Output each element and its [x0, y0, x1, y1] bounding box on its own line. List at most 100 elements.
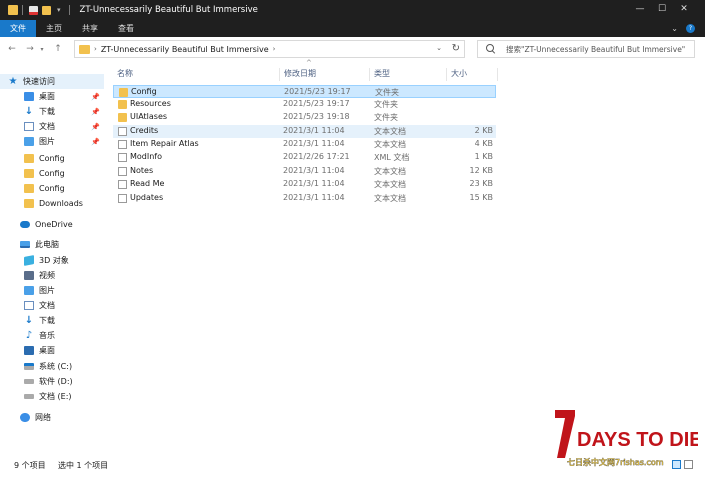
navigation-bar: ← → ▾ ↑ › ZT-Unnecessarily Beautiful But… [0, 37, 705, 61]
3d-objects-icon [24, 255, 34, 266]
chevron-down-icon[interactable]: ⌄ [436, 44, 442, 52]
column-header-size[interactable]: 大小 [447, 68, 498, 81]
pictures-icon [24, 137, 34, 146]
sidebar-item-pc-documents[interactable]: 文档 [0, 298, 104, 313]
forward-icon[interactable]: → [24, 44, 36, 54]
selection-count: 选中 1 个项目 [58, 461, 109, 470]
sidebar-item-drive-d[interactable]: 软件 (D:) [0, 374, 104, 389]
chevron-right-icon[interactable]: › [94, 45, 97, 53]
sidebar-item-config-3[interactable]: Config [0, 181, 104, 196]
sidebar-item-this-pc[interactable]: 此电脑 [0, 237, 104, 252]
column-header-modified[interactable]: 修改日期 [280, 68, 370, 81]
close-button[interactable]: ✕ [673, 4, 695, 14]
drive-icon [24, 394, 34, 399]
sidebar-item-music[interactable]: ♪ 音乐 [0, 328, 104, 343]
text-document-icon [118, 194, 127, 203]
sidebar-item-documents[interactable]: 文档 📌 [0, 119, 104, 134]
sidebar-item-pc-pictures[interactable]: 图片 [0, 283, 104, 298]
sidebar-item-desktop[interactable]: 桌面 📌 [0, 89, 104, 104]
sidebar-item-pc-downloads[interactable]: ↓ 下载 [0, 313, 104, 328]
window-controls: — ☐ ✕ [629, 4, 695, 14]
logo-site-text: 七日杀中文网7rishas.com [567, 457, 664, 467]
network-icon [20, 413, 30, 422]
table-row[interactable]: ModInfo 2021/2/26 17:21 XML 文档 1 KB [113, 151, 496, 164]
table-row[interactable]: Credits 2021/3/1 11:04 文本文档 2 KB [113, 125, 496, 138]
folder-icon [24, 154, 34, 163]
column-header-name[interactable]: 名称 [113, 68, 280, 81]
customize-toolbar-icon[interactable]: ▾ [57, 6, 61, 14]
folder-icon [24, 184, 34, 193]
pin-icon: 📌 [91, 122, 100, 131]
table-row[interactable]: Notes 2021/3/1 11:04 文本文档 12 KB [113, 165, 496, 178]
tab-file[interactable]: 文件 [0, 20, 36, 37]
sidebar-item-pc-desktop[interactable]: 桌面 [0, 343, 104, 358]
pictures-icon [24, 286, 34, 295]
sidebar-item-downloads-folder[interactable]: Downloads [0, 196, 104, 211]
recent-locations-icon[interactable]: ▾ [38, 46, 46, 53]
back-icon[interactable]: ← [6, 44, 18, 54]
star-icon: ★ [8, 76, 18, 87]
column-headers: ^ 名称 修改日期 类型 大小 [113, 59, 498, 82]
new-folder-icon[interactable] [42, 5, 51, 15]
item-count: 9 个项目 [14, 461, 46, 470]
document-icon [24, 301, 34, 310]
desktop-icon [24, 92, 34, 101]
navigation-pane: ★ 快速访问 桌面 📌 ↓ 下载 📌 文档 📌 图片 📌 Config Conf… [0, 72, 110, 457]
sidebar-item-downloads[interactable]: ↓ 下载 📌 [0, 104, 104, 119]
table-row[interactable]: UIAtlases 2021/5/23 19:18 文件夹 [113, 111, 496, 124]
table-row[interactable]: Resources 2021/5/23 19:17 文件夹 [113, 98, 496, 111]
cloud-icon [20, 221, 30, 228]
sidebar-item-pictures[interactable]: 图片 📌 [0, 134, 104, 149]
document-icon [24, 122, 34, 131]
folder-icon [24, 199, 34, 208]
text-document-icon [118, 127, 127, 136]
watermark-logo: DAYS TO DIE 七日杀中文网7rishas.com [555, 410, 698, 467]
help-icon[interactable]: ? [686, 24, 695, 33]
sidebar-item-drive-c[interactable]: 系统 (C:) [0, 359, 104, 374]
text-document-icon [118, 167, 127, 176]
folder-icon [79, 44, 90, 54]
video-icon [24, 271, 34, 280]
computer-icon [20, 241, 30, 248]
ribbon: 文件 主页 共享 查看 ⌄ ? [0, 20, 705, 37]
search-icon [486, 44, 496, 54]
tab-home[interactable]: 主页 [36, 20, 72, 37]
folder-icon [119, 88, 128, 97]
sidebar-item-config-2[interactable]: Config [0, 166, 104, 181]
table-row[interactable]: Updates 2021/3/1 11:04 文本文档 15 KB [113, 192, 496, 205]
up-icon[interactable]: ↑ [52, 44, 64, 54]
refresh-icon[interactable]: ↻ [452, 43, 460, 54]
maximize-button[interactable]: ☐ [651, 4, 673, 14]
minimize-button[interactable]: — [629, 4, 651, 14]
xml-document-icon [118, 153, 127, 162]
pin-icon: 📌 [91, 137, 100, 146]
column-header-type[interactable]: 类型 [370, 68, 447, 81]
text-document-icon [118, 180, 127, 189]
sidebar-item-quick-access[interactable]: ★ 快速访问 [0, 74, 104, 89]
table-row[interactable]: Read Me 2021/3/1 11:04 文本文档 23 KB [113, 178, 496, 191]
sidebar-item-network[interactable]: 网络 [0, 410, 104, 425]
breadcrumb[interactable]: ZT-Unnecessarily Beautiful But Immersive [101, 45, 269, 54]
drive-icon [24, 379, 34, 384]
sidebar-item-3d-objects[interactable]: 3D 对象 [0, 253, 104, 268]
sidebar-item-config-1[interactable]: Config [0, 151, 104, 166]
chevron-right-icon[interactable]: › [273, 45, 276, 53]
properties-icon[interactable] [29, 5, 38, 15]
window-title: ZT-Unnecessarily Beautiful But Immersive [79, 5, 258, 15]
title-bar: ▾ ZT-Unnecessarily Beautiful But Immersi… [0, 0, 705, 20]
search-input[interactable]: 搜索"ZT-Unnecessarily Beautiful But Immers… [477, 40, 695, 58]
sidebar-item-drive-e[interactable]: 文档 (E:) [0, 389, 104, 404]
folder-icon [118, 113, 127, 122]
expand-ribbon-icon[interactable]: ⌄ [671, 24, 678, 33]
download-icon: ↓ [24, 315, 34, 326]
folder-icon [8, 5, 18, 15]
table-row[interactable]: Item Repair Atlas 2021/3/1 11:04 文本文档 4 … [113, 138, 496, 151]
logo-text: DAYS TO DIE [577, 429, 698, 451]
address-bar[interactable]: › ZT-Unnecessarily Beautiful But Immersi… [74, 40, 465, 58]
tab-share[interactable]: 共享 [72, 20, 108, 37]
folder-icon [118, 100, 127, 109]
sidebar-item-videos[interactable]: 视频 [0, 268, 104, 283]
sidebar-item-onedrive[interactable]: OneDrive [0, 217, 104, 232]
tab-view[interactable]: 查看 [108, 20, 144, 37]
table-row[interactable]: Config 2021/5/23 19:17 文件夹 [113, 85, 496, 98]
